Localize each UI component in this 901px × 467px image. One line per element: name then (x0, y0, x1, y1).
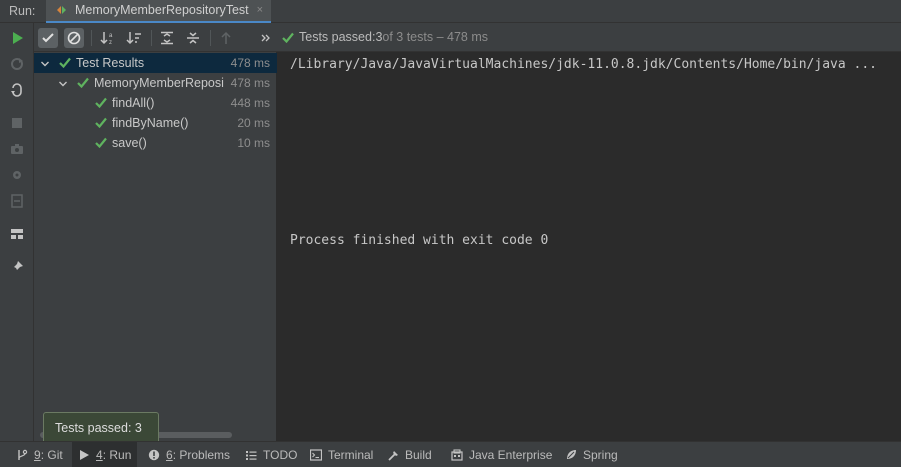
run-icon (78, 449, 90, 461)
tool-window-key: 4 (96, 448, 103, 462)
layout-icon[interactable] (9, 226, 25, 242)
pass-check-icon (77, 77, 89, 89)
toolbar-separator (210, 30, 211, 46)
pass-check-icon (95, 117, 107, 129)
tree-row-time: 478 ms (230, 76, 270, 90)
sort-by-duration-icon[interactable] (124, 28, 144, 48)
status-suffix: of 3 tests – 478 ms (382, 30, 488, 44)
expand-all-icon[interactable] (157, 28, 177, 48)
tree-row-test-class[interactable]: MemoryMemberReposi 478 ms (34, 73, 277, 93)
run-label: Run: (9, 4, 36, 18)
pass-check-icon (59, 57, 71, 69)
tab-memory-member-repository-test[interactable]: MemoryMemberRepositoryTest × (46, 0, 272, 23)
tree-row-time: 478 ms (230, 56, 270, 70)
tool-window-spring[interactable]: Spring (561, 442, 622, 467)
pass-check-icon (95, 97, 107, 109)
tree-row-test-method[interactable]: findAll() 448 ms (34, 93, 277, 113)
tree-row-time: 20 ms (237, 116, 270, 130)
tool-window-label: TODO (263, 448, 298, 462)
problems-icon (148, 449, 160, 461)
more-chevron-icon[interactable] (256, 28, 276, 48)
tool-window-bar: 9: Git 4: Run 6: Problems TODO Terminal … (0, 441, 901, 467)
left-toolbar (0, 23, 34, 441)
console-line-exit: Process finished with exit code 0 (290, 233, 549, 248)
git-branch-icon (16, 449, 28, 461)
build-icon (387, 449, 399, 461)
tree-row-test-method[interactable]: findByName() 20 ms (34, 113, 277, 133)
chevron-down-icon[interactable] (58, 78, 68, 88)
tool-window-label: : Run (102, 448, 132, 462)
tests-status: Tests passed: 3 of 3 tests – 478 ms (282, 30, 488, 44)
tool-window-build[interactable]: Build (383, 442, 436, 467)
tool-window-run[interactable]: 4: Run (72, 442, 138, 467)
tree-row-label: findAll() (112, 96, 155, 110)
rerun-failed-icon[interactable] (9, 56, 25, 72)
svg-text:a: a (109, 33, 113, 39)
toolbar-separator (151, 30, 152, 46)
console-output[interactable]: /Library/Java/JavaVirtualMachines/jdk-11… (277, 52, 901, 441)
chevron-down-icon[interactable] (40, 58, 50, 68)
pin-icon[interactable] (9, 259, 25, 275)
tool-window-label: Java Enterprise (469, 448, 553, 462)
show-ignored-icon[interactable] (64, 28, 84, 48)
pass-check-icon (95, 137, 107, 149)
tree-row-label: findByName() (112, 116, 189, 130)
terminal-icon (309, 449, 323, 461)
previous-failed-icon[interactable] (216, 28, 236, 48)
tool-window-java-enterprise[interactable]: Java Enterprise (447, 442, 556, 467)
tool-window-git[interactable]: 9: Git (12, 442, 67, 467)
tree-row-time: 10 ms (237, 136, 270, 150)
tree-row-time: 448 ms (230, 96, 270, 110)
tool-window-label: Terminal (328, 448, 374, 462)
spring-icon (565, 449, 577, 461)
tool-window-key: 9 (34, 448, 41, 462)
status-prefix: Tests passed: (299, 30, 376, 44)
tests-passed-tooltip: Tests passed: 3 (43, 412, 159, 444)
close-icon[interactable]: × (257, 4, 263, 16)
tool-window-label: : Problems (172, 448, 231, 462)
run-tool-window-header: Run: MemoryMemberRepositoryTest × (0, 0, 901, 23)
tool-window-terminal[interactable]: Terminal (306, 442, 377, 467)
tool-window-label: Build (405, 448, 432, 462)
tree-row-test-results[interactable]: Test Results 478 ms (34, 53, 277, 73)
tool-window-problems[interactable]: 6: Problems (144, 442, 234, 467)
pass-check-icon (282, 32, 294, 43)
sort-alphabetically-icon[interactable]: az (98, 28, 118, 48)
tab-title: MemoryMemberRepositoryTest (75, 3, 249, 17)
test-runner-icon (56, 4, 68, 16)
exit-icon[interactable] (9, 193, 25, 209)
stop-icon[interactable] (9, 115, 25, 131)
tree-row-label: save() (112, 136, 147, 150)
screenshot-icon[interactable] (9, 141, 25, 157)
test-runner-toolbar: az Tests passed: 3 of 3 tests – 478 ms (34, 23, 901, 52)
tree-row-test-method[interactable]: save() 10 ms (34, 133, 277, 153)
tool-window-label: Spring (583, 448, 618, 462)
tree-row-label: MemoryMemberReposi (94, 76, 224, 90)
console-line-command[interactable]: /Library/Java/JavaVirtualMachines/jdk-11… (290, 57, 877, 72)
tool-window-label: : Git (40, 448, 63, 462)
toggle-auto-test-icon[interactable] (9, 82, 25, 98)
todo-icon (245, 449, 257, 461)
collapse-all-icon[interactable] (183, 28, 203, 48)
debug-settings-icon[interactable] (9, 167, 25, 183)
java-enterprise-icon (451, 449, 463, 461)
rerun-icon[interactable] (9, 30, 25, 46)
tool-window-todo[interactable]: TODO (241, 442, 301, 467)
test-results-tree: Test Results 478 ms MemoryMemberReposi 4… (34, 52, 277, 441)
show-passed-icon[interactable] (38, 28, 58, 48)
toolbar-separator (91, 30, 92, 46)
tool-window-key: 6 (166, 448, 173, 462)
status-count: 3 (375, 30, 383, 44)
tree-row-label: Test Results (76, 56, 145, 70)
svg-text:z: z (109, 40, 112, 45)
